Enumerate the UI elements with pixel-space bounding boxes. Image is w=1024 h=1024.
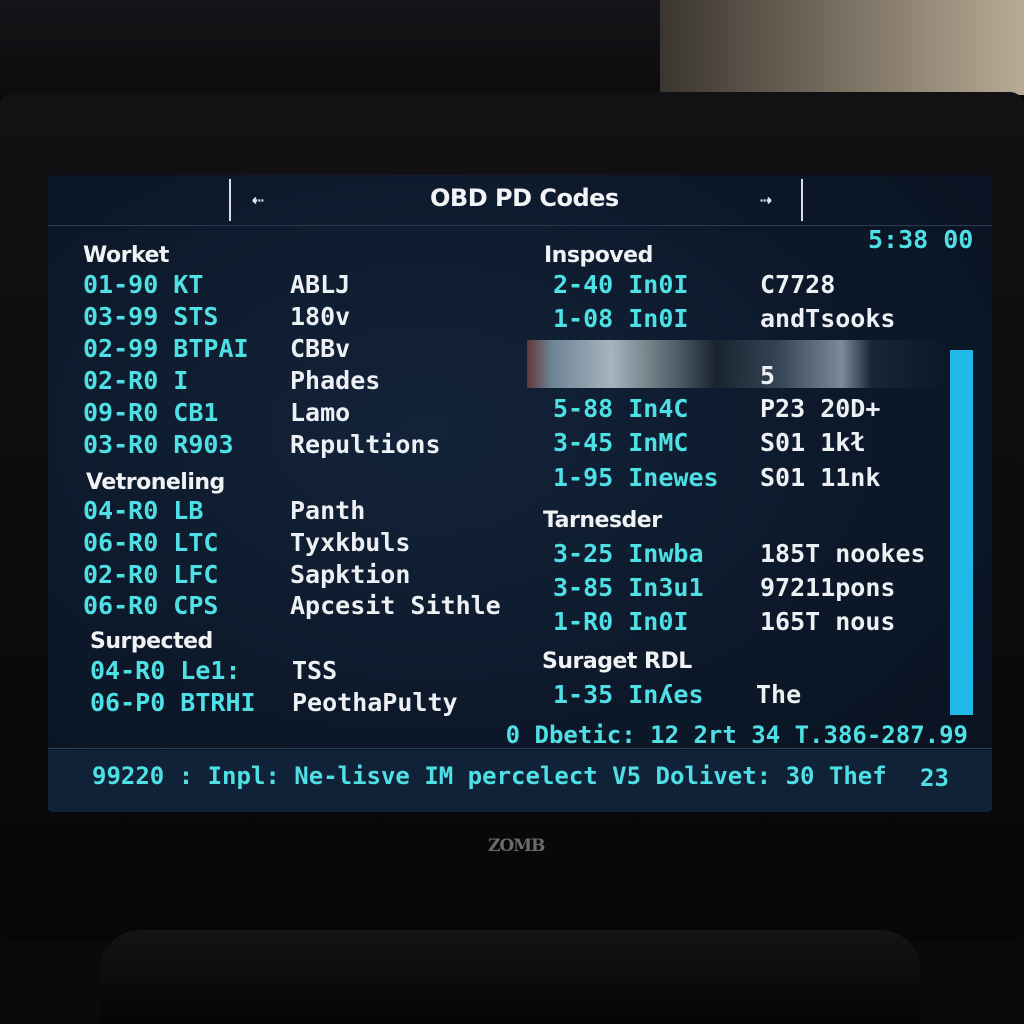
dtc-code: 02-99 BTPAI (83, 334, 249, 363)
dtc-code: 1-95 Inewes (553, 463, 719, 492)
header-divider (801, 179, 803, 221)
dtc-code: 06-R0 CPS (83, 591, 219, 620)
arrow-right-icon[interactable]: ⇢ (760, 187, 772, 211)
status-count: 23 (920, 764, 949, 792)
dtc-code: 02-R0 LFC (83, 560, 219, 589)
arrow-left-icon[interactable]: ⇠ (252, 187, 264, 211)
page-title: OBD PD Codes (430, 184, 619, 212)
dtc-code: 04-R0 Le1: (90, 656, 241, 685)
dtc-description: 5 (760, 361, 776, 390)
dtc-code: 03-99 STS (83, 302, 219, 331)
background-wall-lit (660, 0, 1024, 95)
dtc-code: 1-08 In0I (553, 304, 689, 333)
dtc-code: 3-85 In3u1 (553, 573, 704, 602)
dtc-code: 09-R0 CB1 (83, 398, 219, 427)
screen: ⇠ OBD PD Codes ⇢ 5:38 00 Worket Vetronel… (48, 175, 992, 812)
dtc-description: The (756, 680, 802, 709)
dtc-description: Sapktion (290, 560, 411, 589)
dtc-code: 04-R0 LB (83, 496, 204, 525)
dtc-code: 3-25 Inwba (553, 539, 704, 568)
dtc-code: 1-35 Inʎes (553, 680, 704, 709)
dtc-description: Repultions (290, 430, 441, 459)
dtc-description: TSS (292, 656, 338, 685)
section-title: Inspoved (544, 243, 653, 268)
dtc-code: 2-40 In0I (553, 270, 689, 299)
section-title: Surpected (90, 629, 213, 654)
dtc-description: Panth (290, 496, 366, 525)
dtc-description: S01 1kł (760, 428, 866, 457)
dtc-description: Apcesit Sithle (290, 591, 501, 620)
dtc-description: C7728 (760, 270, 836, 299)
header-bar: ⇠ OBD PD Codes ⇢ (48, 175, 992, 226)
dtc-description: CBBv (290, 334, 351, 363)
dtc-description: ABLJ (290, 270, 351, 299)
dtc-description: Phades (290, 366, 381, 395)
dtc-description: S01 11nk (760, 463, 881, 492)
dtc-description: 180v (290, 302, 351, 331)
dtc-description: Tyxkbuls (290, 528, 411, 557)
summary-line: 0 Dbetic: 12 2rt 34 T.386-287.99 (505, 721, 968, 749)
dtc-code: 06-R0 LTC (83, 528, 219, 557)
image-strip (527, 340, 947, 388)
monitor-stand (100, 930, 920, 1024)
clock: 5:38 00 (868, 225, 974, 254)
dtc-code: 06-P0 BTRHI (90, 688, 256, 717)
header-divider (229, 179, 231, 221)
dtc-code: 01-90 KT (83, 270, 204, 299)
dtc-description: 97211pons (760, 573, 896, 602)
dtc-code: 3-45 InMC (553, 428, 689, 457)
scrollbar[interactable] (950, 350, 973, 715)
dtc-code: 02-R0 I (83, 366, 189, 395)
dtc-description: P23 20D+ (760, 394, 881, 423)
section-title: Vetroneling (86, 470, 225, 495)
divider (48, 748, 992, 749)
dtc-code: 5-88 In4C (553, 394, 689, 423)
section-title: Worket (83, 243, 169, 268)
section-title: Suraget RDL (542, 649, 692, 674)
dtc-description: andTsooks (760, 304, 896, 333)
monitor-brand-logo: ZOMB (488, 836, 545, 856)
dtc-code: 03-R0 R903 (83, 430, 234, 459)
dtc-description: 185T nookes (760, 539, 926, 568)
dtc-description: 165T nous (760, 607, 896, 636)
dtc-code: 1-R0 In0I (553, 607, 689, 636)
section-title: Tarnesder (543, 508, 662, 533)
status-bar: 99220 : Inpl: Ne-lisve IM percelect V5 D… (48, 750, 992, 812)
background-wall (0, 0, 660, 95)
status-text: 99220 : Inpl: Ne-lisve IM percelect V5 D… (92, 762, 887, 790)
dtc-description: Lamo (290, 398, 351, 427)
dtc-description: PeothaPulty (292, 688, 458, 717)
